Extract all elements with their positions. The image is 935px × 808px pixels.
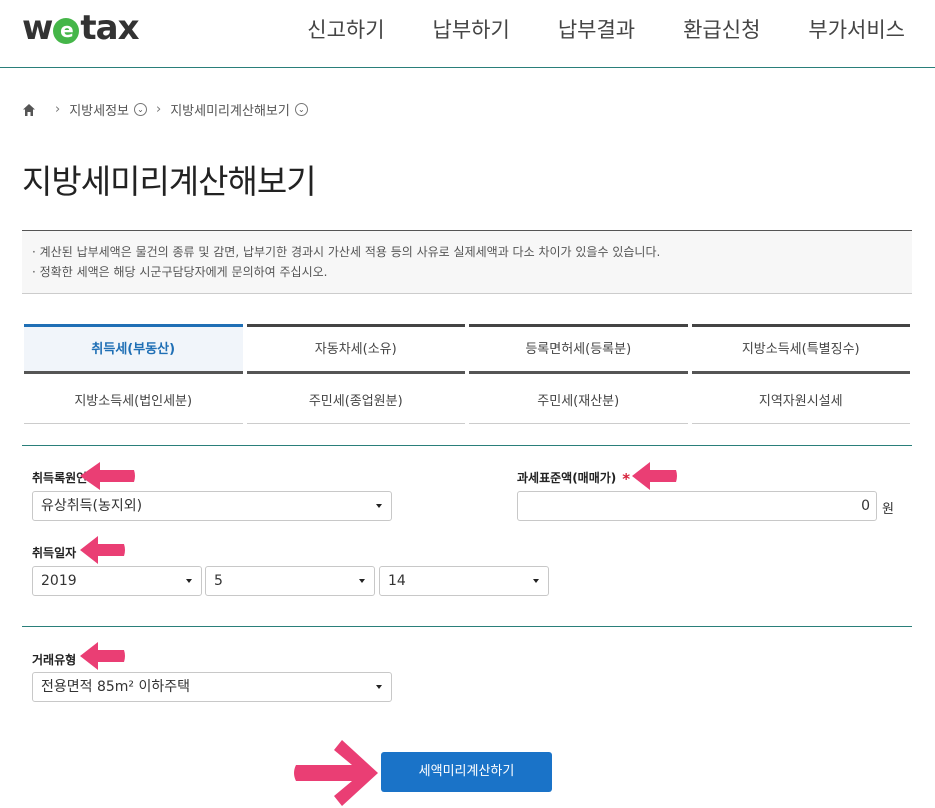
tax-base-label-wrap: 과세표준액(매매가) *	[517, 469, 630, 488]
day-value: 14	[388, 573, 406, 589]
tab-resident-tax-property[interactable]: 주민세(재산분)	[469, 374, 688, 424]
section-divider	[22, 626, 912, 627]
section-divider	[22, 445, 912, 446]
transaction-type-value: 전용면적 85m² 이하주택	[41, 679, 191, 695]
year-select[interactable]: 2019	[32, 566, 202, 596]
breadcrumb-item-calculator[interactable]: 지방세미리계산해보기	[170, 100, 290, 119]
nav-item-report[interactable]: 신고하기	[307, 16, 384, 44]
arrow-left-icon	[632, 462, 677, 490]
arrow-right-icon	[294, 740, 378, 806]
logo-e-circle: e	[53, 18, 80, 44]
tax-type-tabs: 취득세(부동산) 자동차세(소유) 등록면허세(등록분) 지방소득세(특별징수)…	[22, 324, 912, 424]
caret-down-icon	[376, 685, 382, 689]
nav-item-pay[interactable]: 납부하기	[433, 16, 510, 44]
home-icon[interactable]	[22, 103, 36, 117]
tax-base-label: 과세표준액(매매가)	[517, 471, 617, 485]
tab-regional-resource-facility-tax[interactable]: 지역자원시설세	[691, 374, 910, 424]
chevron-down-circle-icon[interactable]: ⌄	[134, 103, 148, 116]
tab-resident-tax-employee[interactable]: 주민세(종업원분)	[246, 374, 465, 424]
caret-down-icon	[359, 579, 365, 583]
month-select[interactable]: 5	[205, 566, 375, 596]
nav-item-extra-services[interactable]: 부가서비스	[808, 16, 905, 44]
wetax-logo[interactable]: w e tax	[22, 8, 140, 48]
tab-local-income-tax-corporate[interactable]: 지방소득세(법인세분)	[24, 374, 243, 424]
page-title: 지방세미리계산해보기	[22, 162, 317, 201]
year-value: 2019	[41, 573, 77, 589]
notice-box: · 계산된 납부세액은 물건의 종류 및 감면, 납부기한 경과시 가산세 적용…	[22, 230, 912, 294]
tab-local-income-tax-withholding[interactable]: 지방소득세(특별징수)	[691, 324, 910, 374]
arrow-left-icon	[80, 462, 135, 490]
breadcrumb: › 지방세정보 ⌄ › 지방세미리계산해보기 ⌄	[22, 100, 308, 119]
caret-down-icon	[376, 504, 382, 508]
transaction-type-select[interactable]: 전용면적 85m² 이하주택	[32, 672, 392, 702]
required-mark: *	[622, 470, 631, 488]
site-header: w e tax 신고하기 납부하기 납부결과 환급신청 부가서비스	[0, 0, 935, 68]
logo-w: w	[22, 8, 53, 48]
calculate-tax-button[interactable]: 세액미리계산하기	[381, 752, 552, 792]
acquisition-date-label: 취득일자	[32, 546, 77, 560]
chevron-right-icon: ›	[55, 102, 61, 117]
acquisition-cause-value: 유상취득(농지외)	[41, 498, 143, 514]
tab-acquisition-tax-realestate[interactable]: 취득세(부동산)	[24, 324, 243, 374]
acquisition-cause-select[interactable]: 유상취득(농지외)	[32, 491, 392, 521]
nav-item-pay-result[interactable]: 납부결과	[558, 16, 635, 44]
arrow-left-icon	[80, 642, 125, 670]
breadcrumb-item-local-tax-info[interactable]: 지방세정보	[69, 100, 129, 119]
tab-registration-license-tax[interactable]: 등록면허세(등록분)	[469, 324, 688, 374]
logo-tax: tax	[80, 8, 139, 48]
month-value: 5	[214, 573, 223, 589]
arrow-left-icon	[80, 536, 125, 564]
tab-vehicle-tax[interactable]: 자동차세(소유)	[246, 324, 465, 374]
day-select[interactable]: 14	[379, 566, 549, 596]
chevron-down-circle-icon[interactable]: ⌄	[294, 103, 308, 116]
won-unit-label: 원	[882, 502, 894, 517]
caret-down-icon	[533, 579, 539, 583]
nav-item-refund[interactable]: 환급신청	[683, 16, 760, 44]
notice-line: · 계산된 납부세액은 물건의 종류 및 감면, 납부기한 경과시 가산세 적용…	[32, 245, 661, 259]
main-nav: 신고하기 납부하기 납부결과 환급신청 부가서비스	[259, 16, 905, 44]
caret-down-icon	[186, 579, 192, 583]
tax-base-input[interactable]: 0	[517, 491, 877, 521]
transaction-type-label: 거래유형	[32, 653, 77, 667]
chevron-right-icon: ›	[156, 102, 162, 117]
notice-line: · 정확한 세액은 해당 시군구담당자에게 문의하여 주십시오.	[32, 265, 328, 279]
